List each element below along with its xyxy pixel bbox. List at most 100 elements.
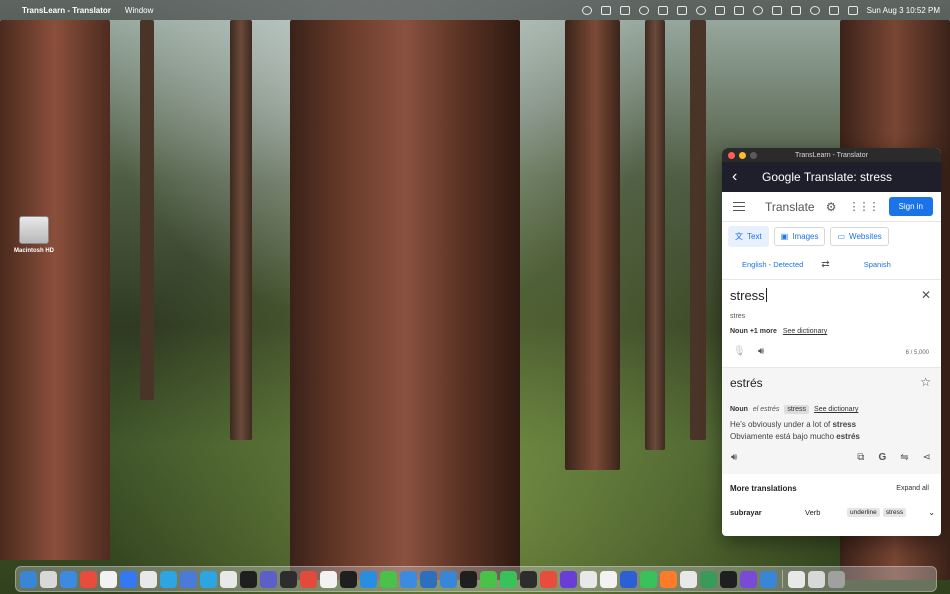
alt-pos: Verb (805, 508, 821, 517)
dock-app-icon[interactable] (280, 570, 297, 588)
dock-app-icon[interactable] (680, 570, 697, 588)
example-english-text: He's obviously under a lot of (730, 420, 833, 429)
clear-text-icon[interactable]: ✕ (921, 288, 931, 302)
copy-icon[interactable]: ⧉ (857, 452, 864, 463)
source-language-button[interactable]: English - Detected (742, 260, 803, 269)
dock-app-icon[interactable] (260, 570, 277, 588)
listen-source-icon[interactable]: 🔊︎ (758, 346, 764, 357)
dock-app-icon[interactable] (788, 570, 805, 588)
dock-app-icon[interactable] (760, 570, 777, 588)
expand-all-button[interactable]: Expand all (896, 485, 929, 492)
app-menu[interactable]: TransLearn - Translator (22, 6, 111, 15)
dock-app-icon[interactable] (640, 570, 657, 588)
dock-app-icon[interactable] (828, 570, 845, 588)
dock-app-icon[interactable] (320, 570, 337, 588)
notification-icon[interactable] (600, 5, 611, 15)
source-see-dictionary-link[interactable]: See dictionary (783, 328, 827, 335)
dock-app-icon[interactable] (160, 570, 177, 588)
tab-websites[interactable]: ▭ Websites (830, 226, 889, 246)
download-icon[interactable] (638, 5, 649, 15)
share-icon[interactable]: ⋖ (923, 452, 931, 463)
window-titlebar[interactable]: TransLearn - Translator (722, 148, 941, 162)
more-translation-row[interactable]: subrayar Verb underline stress ⌄ (730, 508, 935, 517)
avatar-icon[interactable] (847, 5, 858, 15)
apps-grid-icon[interactable]: ⋮⋮⋮ (849, 200, 880, 213)
translation-see-dictionary-link[interactable]: See dictionary (814, 406, 858, 413)
dock-app-icon[interactable] (100, 570, 117, 588)
language-bar: English - Detected ⇄ Spanish (722, 250, 941, 280)
alt-chip[interactable]: stress (882, 508, 907, 517)
alt-chip[interactable]: underline (847, 508, 880, 517)
dock-app-icon[interactable] (60, 570, 77, 588)
swap-languages-icon[interactable]: ⇄ (821, 259, 829, 270)
settings-gear-icon[interactable]: ⚙ (826, 200, 837, 214)
macintosh-hd-icon[interactable]: Macintosh HD (12, 216, 56, 254)
dock-app-icon[interactable] (700, 570, 717, 588)
dock-app-icon[interactable] (460, 570, 477, 588)
lock-icon[interactable] (733, 5, 744, 15)
dock-app-icon[interactable] (600, 570, 617, 588)
screen-icon[interactable] (676, 5, 687, 15)
broadcast-icon[interactable] (695, 5, 706, 15)
dock-app-icon[interactable] (300, 570, 317, 588)
dock-app-icon[interactable] (340, 570, 357, 588)
alt-word: subrayar (730, 508, 762, 517)
translation-pos: Noun (730, 406, 748, 413)
chat-icon[interactable] (771, 5, 782, 15)
menu-clock[interactable]: Sun Aug 3 10:52 PM (867, 6, 940, 15)
back-icon[interactable]: ‹ (732, 168, 746, 186)
dock-app-icon[interactable] (560, 570, 577, 588)
dock-app-icon[interactable] (40, 570, 57, 588)
dock-app-icon[interactable] (720, 570, 737, 588)
dock-app-icon[interactable] (620, 570, 637, 588)
chevron-down-icon[interactable]: ⌄ (928, 508, 935, 517)
dock-app-icon[interactable] (540, 570, 557, 588)
dock-app-icon[interactable] (500, 570, 517, 588)
dock-app-icon[interactable] (440, 570, 457, 588)
dock-app-icon[interactable] (400, 570, 417, 588)
dock-app-icon[interactable] (808, 570, 825, 588)
tab-images[interactable]: ▣ Images (773, 226, 826, 246)
sign-in-button[interactable]: Sign in (888, 197, 933, 216)
dock-app-icon[interactable] (360, 570, 377, 588)
dock-app-icon[interactable] (580, 570, 597, 588)
record-icon[interactable] (657, 5, 668, 15)
dock-app-icon[interactable] (480, 570, 497, 588)
dock-app-icon[interactable] (380, 570, 397, 588)
bluetooth-icon[interactable] (752, 5, 763, 15)
example-spanish: Obviamente está bajo mucho estrés (730, 432, 860, 441)
control-center-icon[interactable] (828, 5, 839, 15)
source-text-input[interactable]: stress (730, 288, 767, 303)
shield-icon[interactable] (619, 5, 630, 15)
dock-app-icon[interactable] (20, 570, 37, 588)
google-icon[interactable]: G (878, 452, 886, 463)
search-icon[interactable] (581, 5, 592, 15)
source-text-area[interactable]: stress ✕ stres Noun +1 more See dictiona… (722, 280, 941, 368)
dock-app-icon[interactable] (420, 570, 437, 588)
dock-app-icon[interactable] (120, 570, 137, 588)
listen-translation-icon[interactable]: 🔊︎ (731, 452, 737, 463)
translation-chip[interactable]: stress (784, 405, 810, 414)
dock-app-icon[interactable] (180, 570, 197, 588)
dock-app-icon[interactable] (80, 570, 97, 588)
tab-text[interactable]: 文 Text (728, 225, 769, 247)
wifi-icon[interactable] (790, 5, 801, 15)
microphone-icon[interactable]: 🎙︎ (733, 346, 746, 357)
dock-app-icon[interactable] (240, 570, 257, 588)
target-language-button[interactable]: Spanish (864, 260, 891, 269)
dock-app-icon[interactable] (740, 570, 757, 588)
feedback-icon[interactable]: ⇋ (900, 452, 908, 463)
translation-area: estrés ☆ Noun el estrés stress See dicti… (722, 368, 941, 474)
window-menu[interactable]: Window (125, 6, 153, 15)
translate-brand[interactable]: Translate (765, 200, 815, 214)
app-icon[interactable] (714, 5, 725, 15)
source-pos-more[interactable]: +1 more (750, 328, 777, 335)
battery-icon[interactable] (809, 5, 820, 15)
dock-app-icon[interactable] (220, 570, 237, 588)
dock-app-icon[interactable] (660, 570, 677, 588)
dock-app-icon[interactable] (520, 570, 537, 588)
dock-app-icon[interactable] (140, 570, 157, 588)
dock-app-icon[interactable] (200, 570, 217, 588)
hamburger-menu-icon[interactable] (733, 202, 745, 211)
save-translation-star-icon[interactable]: ☆ (920, 375, 931, 389)
